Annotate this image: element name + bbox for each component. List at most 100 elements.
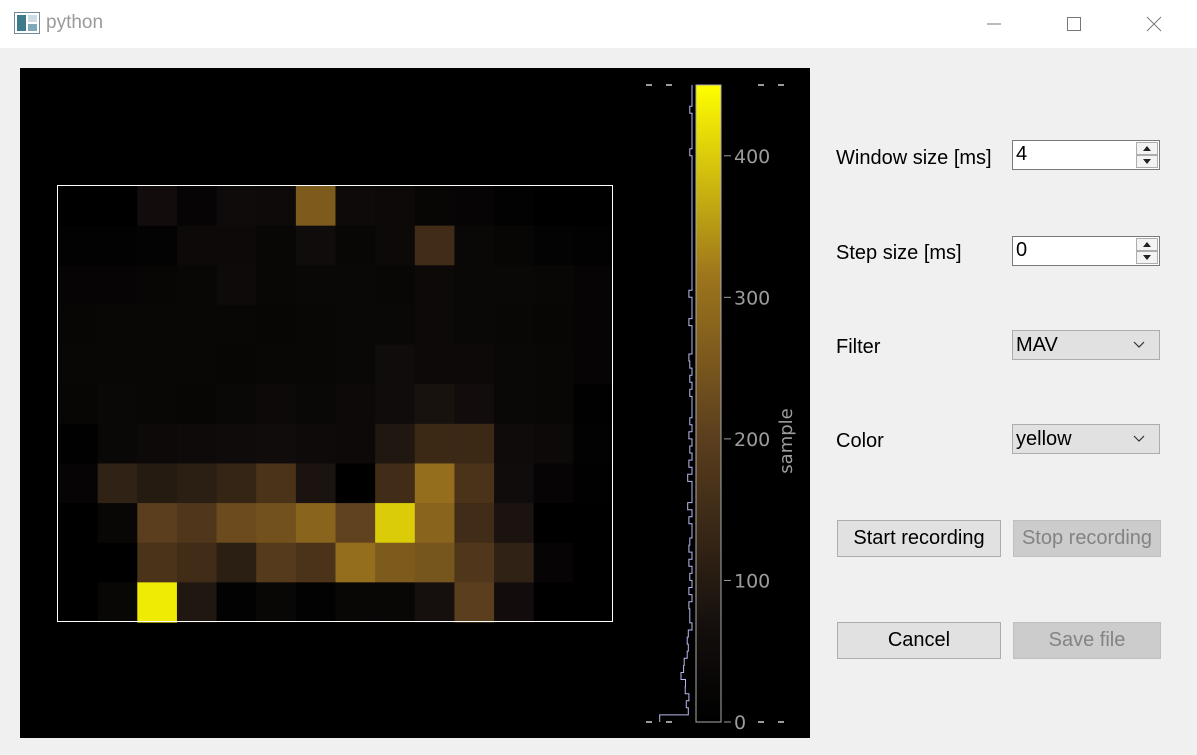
colorbar[interactable] bbox=[695, 84, 722, 723]
heatmap-cell bbox=[375, 423, 416, 465]
heatmap-cell bbox=[295, 186, 337, 227]
heatmap-cell bbox=[137, 304, 178, 346]
heatmap-cell bbox=[375, 503, 416, 544]
close-button[interactable] bbox=[1114, 0, 1194, 48]
window-size-down-arrow-icon[interactable] bbox=[1136, 155, 1158, 168]
step-size-down-arrow-icon[interactable] bbox=[1136, 251, 1158, 264]
heatmap-cell bbox=[137, 503, 178, 544]
heatmap-cell bbox=[256, 423, 297, 465]
heatmap-cell bbox=[256, 582, 297, 623]
heatmap-cell bbox=[176, 384, 218, 425]
color-selected-value: yellow bbox=[1016, 428, 1072, 450]
heatmap-cell bbox=[335, 423, 376, 465]
window-size-input[interactable] bbox=[1016, 143, 1126, 166]
heatmap-cell bbox=[256, 304, 297, 346]
heatmap-cell bbox=[573, 582, 614, 623]
heatmap-cell bbox=[454, 225, 495, 266]
heatmap-cell bbox=[375, 463, 416, 504]
heatmap-cell bbox=[335, 225, 376, 266]
heatmap-cell bbox=[216, 225, 257, 266]
start-recording-button[interactable]: Start recording bbox=[837, 520, 1001, 557]
heatmap-cell bbox=[176, 582, 218, 623]
heatmap-cell bbox=[494, 423, 535, 465]
heatmap-cell bbox=[58, 384, 99, 425]
heatmap-cell bbox=[533, 186, 574, 227]
step-size-input[interactable] bbox=[1016, 239, 1126, 262]
heatmap-cell bbox=[335, 582, 376, 623]
heatmap-cell bbox=[573, 304, 614, 346]
window-size-spinbox[interactable] bbox=[1012, 140, 1160, 170]
color-dropdown[interactable]: yellow bbox=[1012, 424, 1160, 454]
heatmap-cell bbox=[256, 463, 297, 504]
heatmap-cell bbox=[375, 265, 416, 306]
heatmap-cell bbox=[454, 265, 495, 306]
heatmap-cell bbox=[375, 344, 416, 385]
heatmap-cell bbox=[414, 344, 456, 385]
stop-recording-button[interactable]: Stop recording bbox=[1013, 520, 1161, 557]
heatmap-cell bbox=[454, 344, 495, 385]
step-size-spinbox[interactable] bbox=[1012, 236, 1160, 266]
heatmap-cell bbox=[375, 384, 416, 425]
histogram-line bbox=[659, 85, 693, 722]
heatmap-cell bbox=[414, 463, 456, 504]
heatmap-cell bbox=[256, 225, 297, 266]
cancel-button[interactable]: Cancel bbox=[837, 622, 1001, 659]
heatmap-cell bbox=[137, 542, 178, 583]
heatmap-cell bbox=[414, 582, 456, 623]
heatmap-cell bbox=[414, 542, 456, 583]
heatmap-cell bbox=[533, 582, 574, 623]
heatmap-cell bbox=[414, 384, 456, 425]
heatmap-cell bbox=[414, 304, 456, 346]
heatmap-cell bbox=[454, 463, 495, 504]
heatmap-cell bbox=[256, 265, 297, 306]
heatmap-cell bbox=[335, 304, 376, 346]
heatmap-cell bbox=[176, 304, 218, 346]
heatmap-cell bbox=[256, 344, 297, 385]
heatmap-cell bbox=[335, 186, 376, 227]
heatmap-cell bbox=[494, 186, 535, 227]
heatmap-cell bbox=[216, 186, 257, 227]
heatmap-cell bbox=[216, 463, 257, 504]
heatmap-cell bbox=[97, 225, 138, 266]
filter-dropdown[interactable]: MAV bbox=[1012, 330, 1160, 360]
heatmap-plot[interactable]: 0 100 200 300 400 sample bbox=[20, 68, 810, 738]
heatmap-plot-canvas: 0 100 200 300 400 sample bbox=[57, 84, 797, 734]
heatmap-cell bbox=[97, 304, 138, 346]
heatmap-cell bbox=[375, 186, 416, 227]
heatmap-cell bbox=[97, 503, 138, 544]
colorbar-tick-label: 400 bbox=[734, 146, 770, 168]
heatmap-cell bbox=[176, 225, 218, 266]
title-bar[interactable]: python bbox=[0, 0, 1197, 48]
heatmap-cell bbox=[137, 186, 178, 227]
heatmap-cell bbox=[58, 186, 99, 227]
filter-selected-value: MAV bbox=[1016, 334, 1058, 356]
minimize-button[interactable] bbox=[954, 0, 1034, 48]
heatmap-cell bbox=[216, 304, 257, 346]
heatmap-cell bbox=[97, 344, 138, 385]
window-size-up-arrow-icon[interactable] bbox=[1136, 142, 1158, 155]
heatmap-cell bbox=[137, 344, 178, 385]
heatmap-cell bbox=[375, 542, 416, 583]
heatmap-cell bbox=[97, 542, 138, 583]
heatmap-cell bbox=[533, 304, 574, 346]
heatmap-cell bbox=[573, 423, 614, 465]
window-size-label: Window size [ms] bbox=[836, 147, 992, 169]
step-size-up-arrow-icon[interactable] bbox=[1136, 238, 1158, 251]
heatmap-cell bbox=[494, 344, 535, 385]
colorbar-tick-label: 0 bbox=[734, 712, 746, 734]
heatmap-cell bbox=[97, 384, 138, 425]
maximize-button[interactable] bbox=[1034, 0, 1114, 48]
heatmap-cell bbox=[375, 225, 416, 266]
heatmap-cell bbox=[454, 384, 495, 425]
heatmap-cell bbox=[176, 542, 218, 583]
heatmap-cell bbox=[454, 582, 495, 623]
heatmap-cell bbox=[533, 542, 574, 583]
heatmap-cell bbox=[573, 265, 614, 306]
heatmap-cell bbox=[216, 542, 257, 583]
heatmap-cell bbox=[176, 503, 218, 544]
heatmap-cell bbox=[137, 265, 178, 306]
heatmap-cell bbox=[533, 225, 574, 266]
heatmap-cell bbox=[494, 463, 535, 504]
save-file-button[interactable]: Save file bbox=[1013, 622, 1161, 659]
heatmap-cell bbox=[97, 423, 138, 465]
